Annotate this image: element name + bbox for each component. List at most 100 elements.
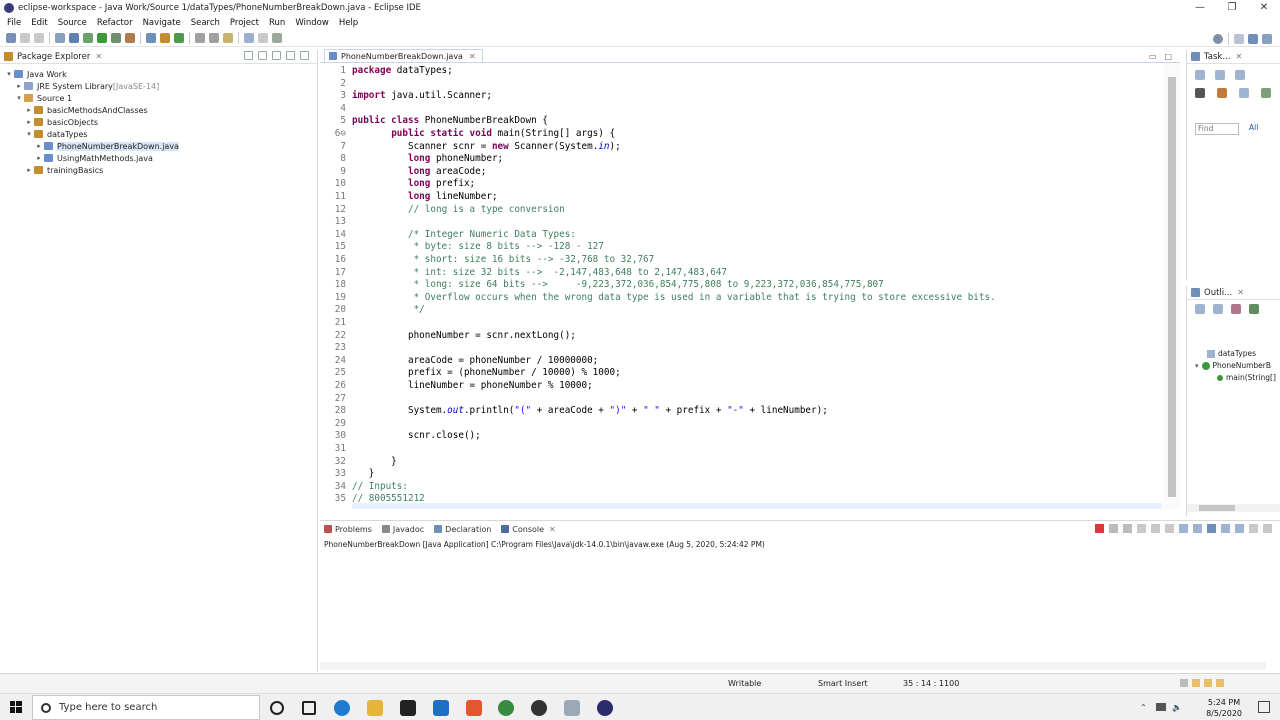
outline-item-class[interactable]: ▾ PhoneNumberB	[1195, 361, 1271, 370]
new-task-icon[interactable]	[1195, 70, 1205, 80]
new-package-icon[interactable]	[160, 33, 170, 43]
search-toolbar-icon[interactable]	[209, 33, 219, 43]
tip-icon[interactable]	[1204, 679, 1212, 687]
outline-hscroll[interactable]	[1187, 504, 1280, 512]
close-button[interactable]: ✕	[1248, 0, 1280, 16]
tip-icon[interactable]	[1192, 679, 1200, 687]
menu-window[interactable]: Window	[295, 18, 329, 28]
notification-center-icon[interactable]	[1258, 701, 1270, 713]
tree-item[interactable]: ▸ basicMethodsAndClasses	[0, 104, 317, 116]
menu-search[interactable]: Search	[191, 18, 220, 28]
tab-problems[interactable]: Problems	[324, 525, 372, 534]
tab-declaration[interactable]: Declaration	[434, 525, 491, 534]
edge-icon[interactable]	[334, 700, 350, 716]
maximize-icon[interactable]	[1263, 524, 1272, 533]
notification-icon[interactable]	[1180, 679, 1188, 687]
outline-item-method[interactable]: main(String[]	[1217, 373, 1276, 382]
clear-console-icon[interactable]	[1137, 524, 1146, 533]
chevron-down-icon[interactable]: ▾	[24, 130, 34, 138]
chevron-down-icon[interactable]: ▾	[14, 94, 24, 102]
tip-icon[interactable]	[1216, 679, 1224, 687]
volume-icon[interactable]: 🔈	[1172, 703, 1182, 712]
maximize-icon[interactable]	[300, 51, 309, 60]
menu-navigate[interactable]: Navigate	[143, 18, 181, 28]
menu-project[interactable]: Project	[230, 18, 259, 28]
chevron-right-icon[interactable]: ▸	[14, 82, 24, 90]
editor-tab-phonenumberbreakdown[interactable]: PhoneNumberBreakDown.java ✕	[324, 49, 483, 62]
remove-all-icon[interactable]	[1123, 524, 1132, 533]
editor-scrollbar[interactable]	[1164, 63, 1180, 509]
chevron-down-icon[interactable]: ▾	[4, 70, 14, 78]
tree-item[interactable]: ▸ trainingBasics	[0, 164, 317, 176]
minimize-icon[interactable]: ▭	[1149, 52, 1157, 61]
chevron-right-icon[interactable]: ▸	[24, 118, 34, 126]
run-icon[interactable]	[97, 33, 107, 43]
tab-console[interactable]: Console ✕	[501, 525, 556, 534]
tree-item[interactable]: ▸ basicObjects	[0, 116, 317, 128]
tree-item[interactable]: ▸ JRE System Library [JavaSE-14]	[0, 80, 317, 92]
windows-start-icon[interactable]	[10, 701, 22, 713]
mail-icon[interactable]	[433, 700, 449, 716]
outline-item-package[interactable]: dataTypes	[1207, 349, 1256, 358]
menu-source[interactable]: Source	[58, 18, 87, 28]
external-tools-icon[interactable]	[125, 33, 135, 43]
java-perspective-icon[interactable]	[1248, 33, 1258, 44]
find-input[interactable]: Find	[1195, 123, 1239, 135]
show-on-output-icon[interactable]	[1179, 524, 1188, 533]
annotation-icon[interactable]	[223, 33, 233, 43]
close-icon[interactable]: ✕	[95, 52, 102, 61]
close-icon[interactable]: ✕	[1235, 52, 1242, 61]
close-icon[interactable]: ✕	[469, 52, 476, 61]
cortana-icon[interactable]	[270, 701, 284, 715]
categorize-icon[interactable]	[1215, 70, 1225, 80]
skip-breakpoints-icon[interactable]	[69, 33, 79, 43]
chrome-icon[interactable]	[498, 700, 514, 716]
task-list-tab[interactable]: Task... ✕	[1187, 50, 1280, 64]
link-editor-icon[interactable]	[258, 51, 267, 60]
app-icon[interactable]	[564, 700, 580, 716]
tab-javadoc[interactable]: Javadoc	[381, 525, 424, 534]
minimize-button[interactable]: —	[1184, 0, 1216, 16]
tree-item[interactable]: ▾ Source 1	[0, 92, 317, 104]
chevron-right-icon[interactable]: ▸	[24, 166, 34, 174]
code-area[interactable]: 1 package dataTypes; 2 3 import java.util.Sc…	[320, 63, 1162, 509]
open-perspective-icon[interactable]	[1234, 33, 1244, 44]
forward-icon[interactable]	[258, 33, 268, 43]
chevron-right-icon[interactable]: ▸	[34, 142, 44, 150]
remove-launch-icon[interactable]	[1109, 524, 1118, 533]
new-java-project-icon[interactable]	[146, 33, 156, 43]
tree-item[interactable]: ▾ Java Work	[0, 68, 317, 80]
all-link[interactable]: All	[1249, 123, 1258, 132]
file-explorer-icon[interactable]	[367, 700, 383, 716]
new-class-icon[interactable]	[174, 33, 184, 43]
minimize-icon[interactable]	[1249, 524, 1258, 533]
pin-editor-icon[interactable]	[272, 33, 282, 43]
save-all-icon[interactable]	[34, 33, 44, 43]
network-icon[interactable]	[1156, 703, 1166, 711]
tree-item[interactable]: ▸ PhoneNumberBreakDown.java	[0, 140, 317, 152]
new-icon[interactable]	[6, 33, 16, 43]
open-type-icon[interactable]	[195, 33, 205, 43]
tray-chevron-icon[interactable]: ⌃	[1140, 703, 1147, 712]
back-icon[interactable]	[244, 33, 254, 43]
hide-static-icon[interactable]	[1231, 304, 1241, 314]
scrollbar-thumb[interactable]	[1199, 505, 1235, 511]
chevron-right-icon[interactable]: ▸	[24, 106, 34, 114]
debug-icon[interactable]	[83, 33, 93, 43]
menu-refactor[interactable]: Refactor	[97, 18, 133, 28]
menu-run[interactable]: Run	[269, 18, 285, 28]
task-view-icon[interactable]	[302, 701, 316, 715]
view-menu-icon[interactable]	[272, 51, 281, 60]
menu-edit[interactable]: Edit	[31, 18, 47, 28]
scroll-lock-icon[interactable]	[1151, 524, 1160, 533]
package-explorer-tab[interactable]: Package Explorer ✕	[0, 50, 317, 64]
terminal-icon[interactable]	[55, 33, 65, 43]
store-icon[interactable]	[400, 700, 416, 716]
tree-item[interactable]: ▾ dataTypes	[0, 128, 317, 140]
collapse-icon[interactable]	[1239, 88, 1249, 98]
debug-perspective-icon[interactable]	[1262, 33, 1272, 44]
tree-item[interactable]: ▸ UsingMathMethods.java	[0, 152, 317, 164]
chevron-right-icon[interactable]: ▸	[34, 154, 44, 162]
open-console-icon[interactable]	[1235, 524, 1244, 533]
eclipse-taskbar-icon[interactable]	[597, 700, 613, 716]
